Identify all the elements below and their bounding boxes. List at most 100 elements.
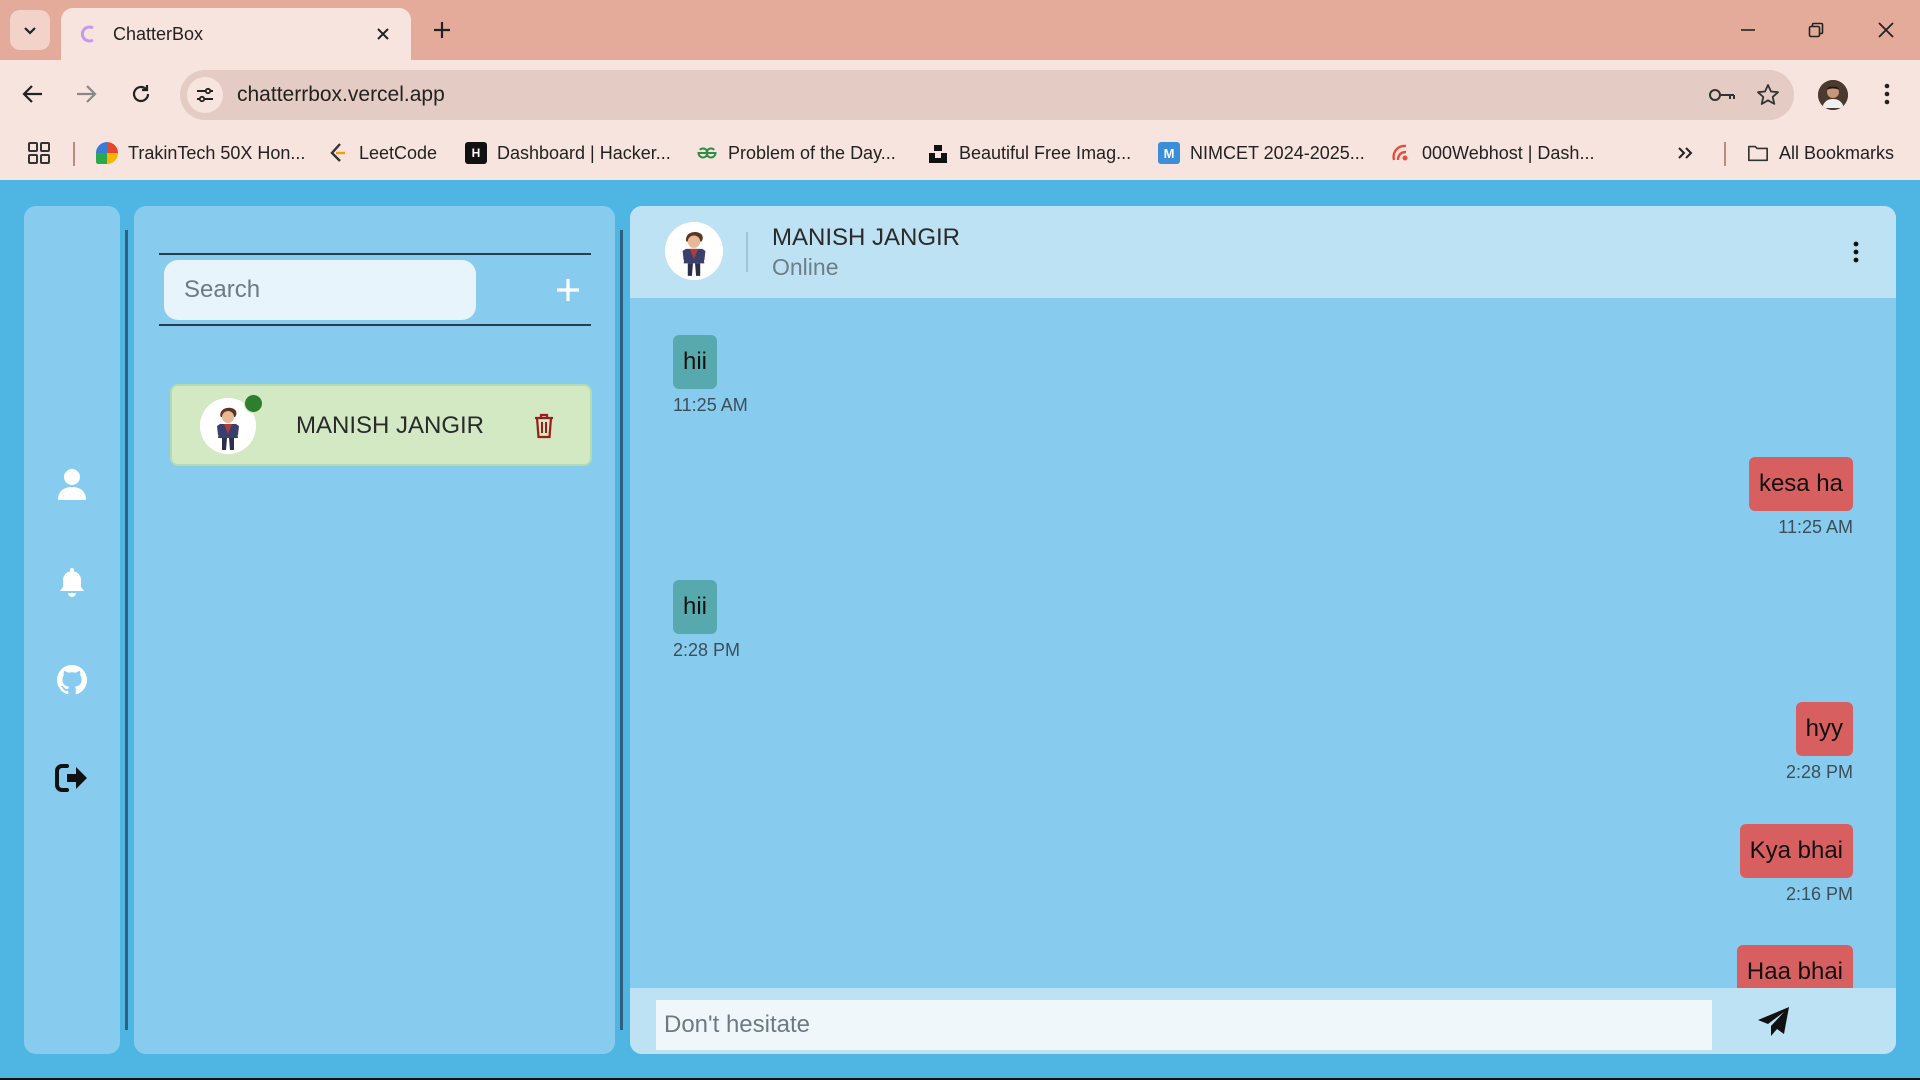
- bookmark-label: Problem of the Day...: [728, 142, 896, 163]
- forward-button[interactable]: [66, 74, 106, 114]
- bookmark-item[interactable]: H Dashboard | Hacker...: [465, 138, 671, 168]
- chat-contact-name: MANISH JANGIR: [772, 224, 961, 251]
- github-icon: [57, 665, 87, 695]
- send-icon: [1758, 1007, 1789, 1036]
- contacts-divider: [620, 230, 623, 1030]
- bookmark-label: Beautiful Free Imag...: [959, 142, 1132, 163]
- search-top-border: [159, 253, 591, 255]
- profile-avatar[interactable]: [1818, 80, 1848, 110]
- message-incoming: hii 2:28 PM: [673, 580, 740, 661]
- bookmark-label: Dashboard | Hacker...: [497, 142, 671, 163]
- send-button[interactable]: [1754, 1002, 1794, 1042]
- message-outgoing: Haa bhai: [1736, 945, 1853, 988]
- new-tab-button[interactable]: [424, 12, 460, 48]
- double-chevron-right-icon: [1678, 147, 1693, 159]
- all-bookmarks-button[interactable]: All Bookmarks: [1747, 138, 1894, 168]
- sidebar-divider: [125, 230, 128, 1030]
- arrow-left-icon: [22, 85, 42, 103]
- message-outgoing: Kya bhai 2:16 PM: [1739, 824, 1853, 905]
- message-input[interactable]: [656, 1000, 1712, 1050]
- bell-icon: [60, 568, 84, 597]
- more-vertical-icon: [1884, 83, 1890, 105]
- github-button[interactable]: [54, 662, 90, 698]
- nimcet-icon: M: [1158, 142, 1180, 164]
- message-text: Kya bhai: [1739, 824, 1853, 878]
- chat-header: MANISH JANGIR Online: [630, 206, 1896, 298]
- message-composer: [630, 988, 1896, 1054]
- chat-contact-status: Online: [772, 254, 839, 280]
- message-text: hii: [673, 580, 718, 634]
- minimize-button[interactable]: [1723, 8, 1773, 52]
- browser-tab-strip: ChatterBox: [0, 0, 1920, 60]
- bookmark-separator: [1724, 142, 1726, 166]
- address-bar[interactable]: chatterrbox.vercel.app: [180, 70, 1794, 120]
- icon-sidebar: [24, 206, 120, 1054]
- message-incoming: hii 11:25 AM: [673, 335, 748, 416]
- chevron-down-icon: [24, 27, 36, 35]
- profile-button[interactable]: [54, 466, 90, 502]
- message-outgoing: hyy 2:28 PM: [1786, 702, 1853, 783]
- browser-menu-button[interactable]: [1870, 74, 1904, 114]
- back-button[interactable]: [13, 74, 53, 114]
- trakintech-icon: [96, 142, 118, 164]
- chat-contact-avatar[interactable]: [665, 222, 723, 280]
- contacts-panel: MANISH JANGIR: [134, 206, 615, 1054]
- bookmark-item[interactable]: 000Webhost | Dash...: [1390, 138, 1594, 168]
- bookmark-item[interactable]: TrakinTech 50X Hon...: [96, 138, 305, 168]
- bookmark-item[interactable]: Beautiful Free Imag...: [927, 138, 1131, 168]
- chat-panel: MANISH JANGIR Online hii 11:25 AM kesa h…: [630, 206, 1896, 1054]
- message-text: kesa ha: [1748, 457, 1853, 511]
- bookmark-item[interactable]: Problem of the Day...: [696, 138, 896, 168]
- chat-options-button[interactable]: [1838, 234, 1874, 270]
- folder-icon: [1747, 142, 1769, 164]
- bookmark-label: LeetCode: [359, 142, 438, 163]
- url-text: chatterrbox.vercel.app: [237, 83, 445, 106]
- chatterbox-favicon-icon: [77, 23, 99, 45]
- logout-icon: [55, 764, 87, 792]
- add-contact-button[interactable]: [552, 274, 584, 306]
- close-window-button[interactable]: [1861, 8, 1911, 52]
- message-text: hyy: [1795, 702, 1853, 756]
- site-settings-icon[interactable]: [187, 77, 223, 113]
- tab-search-button[interactable]: [10, 10, 50, 50]
- bookmark-item[interactable]: M NIMCET 2024-2025...: [1158, 138, 1365, 168]
- password-key-icon[interactable]: [1702, 75, 1742, 115]
- delete-contact-button[interactable]: [528, 410, 560, 442]
- plus-icon: [434, 22, 450, 38]
- more-bookmarks-button[interactable]: [1676, 138, 1694, 168]
- all-bookmarks-label: All Bookmarks: [1779, 142, 1895, 163]
- notifications-button[interactable]: [54, 564, 90, 600]
- online-status-dot: [244, 394, 263, 413]
- close-tab-icon[interactable]: [371, 22, 395, 46]
- browser-tab[interactable]: ChatterBox: [61, 8, 411, 60]
- arrow-right-icon: [77, 85, 97, 103]
- logout-button[interactable]: [54, 760, 90, 796]
- minimize-icon: [1741, 29, 1755, 31]
- user-icon: [58, 469, 86, 500]
- message-time: 11:25 AM: [673, 395, 748, 415]
- message-time: 2:16 PM: [1785, 884, 1853, 904]
- restore-button[interactable]: [1791, 8, 1841, 52]
- reload-button[interactable]: [121, 74, 161, 114]
- search-input[interactable]: [164, 260, 476, 320]
- webhost-icon: [1390, 142, 1412, 164]
- bookmark-item[interactable]: LeetCode: [327, 138, 437, 168]
- message-time: 11:25 AM: [1778, 517, 1853, 537]
- bookmark-star-icon[interactable]: [1748, 75, 1788, 115]
- browser-toolbar: chatterrbox.vercel.app TrakinTech 50X Ho…: [0, 60, 1920, 190]
- bookmark-label: 000Webhost | Dash...: [1422, 142, 1595, 163]
- message-list: hii 11:25 AM kesa ha 11:25 AM hii 2:28 P…: [630, 298, 1896, 988]
- apps-grid-icon[interactable]: [26, 140, 52, 166]
- search-bottom-border: [159, 324, 591, 326]
- plus-icon: [557, 279, 579, 301]
- app-page: MANISH JANGIR MANISH: [0, 180, 1920, 1078]
- contact-name: MANISH JANGIR: [296, 412, 485, 439]
- bookmark-separator: [73, 142, 75, 166]
- message-text: Haa bhai: [1736, 945, 1853, 988]
- close-icon: [1878, 22, 1894, 38]
- contact-item[interactable]: MANISH JANGIR: [170, 384, 592, 466]
- bookmark-label: NIMCET 2024-2025...: [1190, 142, 1365, 163]
- hackerrank-icon: H: [465, 142, 487, 164]
- header-separator: [746, 232, 748, 272]
- trash-icon: [535, 413, 553, 439]
